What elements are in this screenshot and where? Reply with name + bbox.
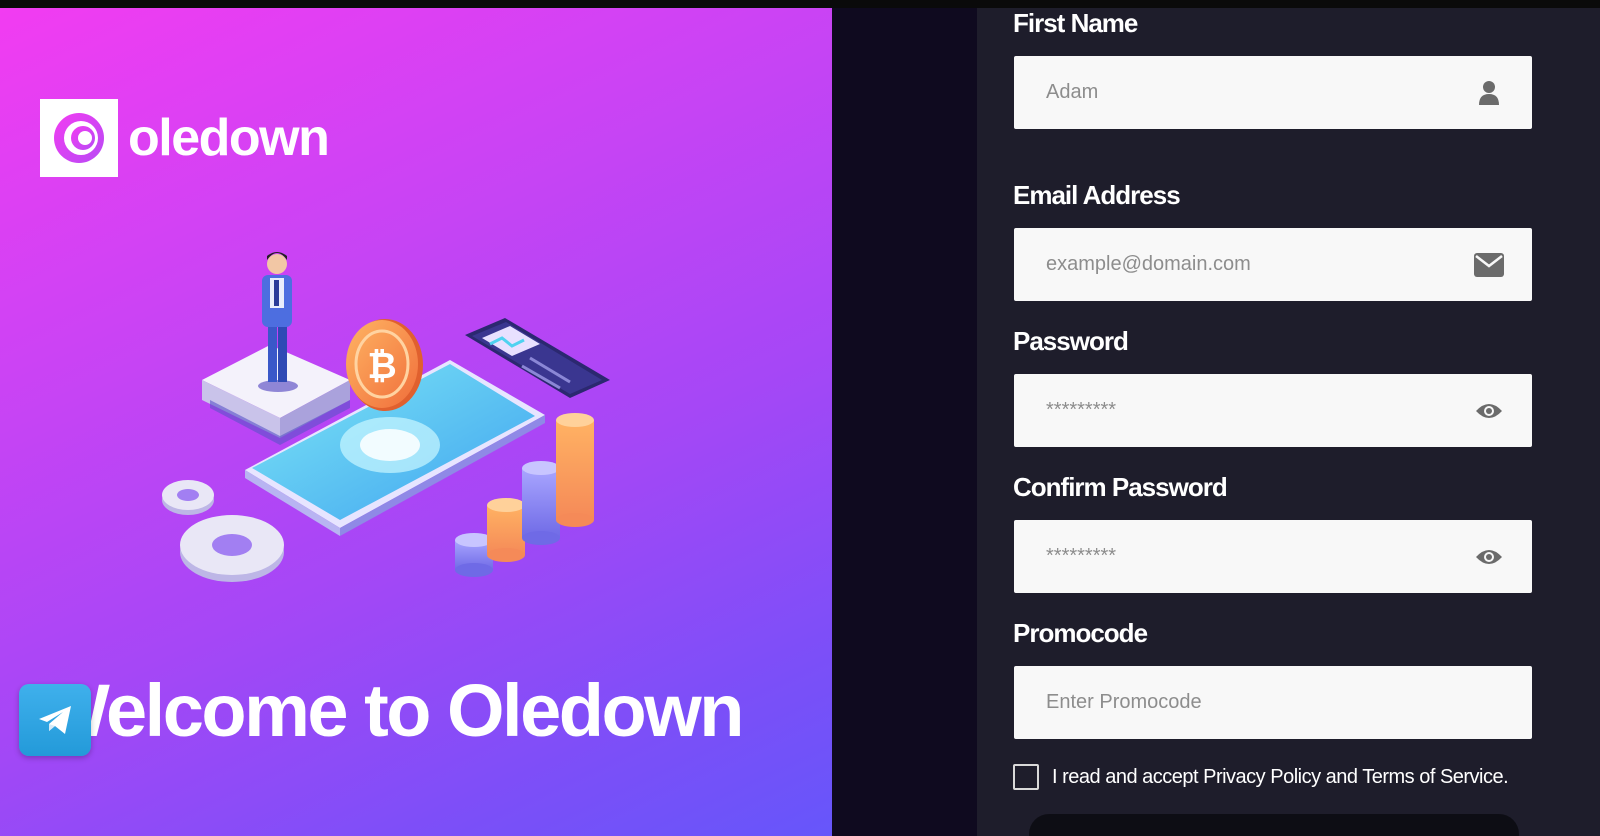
brand-logo[interactable]: oledown (40, 99, 330, 177)
first-name-input[interactable] (1046, 81, 1474, 104)
welcome-heading: Welcome to Oledown (40, 669, 744, 752)
svg-text:₿: ₿ (367, 345, 396, 386)
top-strip (0, 0, 1600, 8)
envelope-icon (1474, 250, 1504, 280)
promocode-field[interactable] (1014, 666, 1532, 739)
terms-text: I read and accept Privacy Policy and Ter… (1052, 765, 1509, 788)
email-input[interactable] (1046, 253, 1474, 276)
terms-row: I read and accept Privacy Policy and Ter… (1013, 764, 1509, 790)
divider-column (832, 8, 977, 836)
confirm-password-field[interactable] (1014, 520, 1532, 593)
promocode-label: Promocode (1013, 618, 1148, 648)
eye-icon[interactable] (1474, 396, 1504, 426)
first-name-label: First Name (1013, 8, 1138, 38)
password-field[interactable] (1014, 374, 1532, 447)
promocode-input[interactable] (1046, 691, 1504, 714)
brand-name: oledown (128, 109, 330, 167)
signup-form: First Name Email Address Password Confir… (977, 8, 1600, 836)
eye-icon[interactable] (1474, 542, 1504, 572)
telegram-icon[interactable] (19, 684, 91, 756)
email-field[interactable] (1014, 228, 1532, 301)
password-label: Password (1013, 326, 1129, 356)
first-name-field[interactable] (1014, 56, 1532, 129)
email-label: Email Address (1013, 180, 1181, 210)
submit-button[interactable] (1029, 814, 1519, 836)
user-icon (1474, 78, 1504, 108)
confirm-password-label: Confirm Password (1013, 472, 1228, 502)
confirm-password-input[interactable] (1046, 545, 1474, 568)
oledown-logo-icon (40, 99, 118, 177)
hero-panel: oledown ₿ Welcome to Oledown (0, 8, 832, 836)
terms-checkbox[interactable] (1013, 764, 1039, 790)
crypto-illustration: ₿ (162, 252, 610, 582)
password-input[interactable] (1046, 399, 1474, 422)
